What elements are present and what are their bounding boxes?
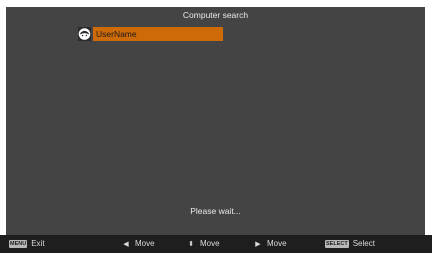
select-key-icon: SELECT: [325, 240, 349, 248]
footer-bar: MENU Exit ◀ Move ⬍ Move ▶ Move SELECT Select: [0, 235, 432, 253]
arrow-updown-icon: ⬍: [188, 241, 194, 248]
user-avatar-icon: [78, 27, 91, 41]
footer-move-updown[interactable]: ⬍ Move: [186, 235, 220, 253]
footer-exit[interactable]: MENU Exit: [9, 235, 45, 253]
screen-title: Computer search: [182, 10, 249, 20]
footer-move-right[interactable]: ▶ Move: [253, 235, 287, 253]
arrow-right-icon: ▶: [255, 241, 261, 248]
list-item-username[interactable]: UserName: [75, 27, 223, 41]
footer-select[interactable]: SELECT Select: [325, 235, 375, 253]
menu-key-icon: MENU: [9, 240, 28, 248]
move-right-label: Move: [267, 239, 287, 248]
exit-label: Exit: [31, 239, 45, 248]
move-left-label: Move: [135, 239, 155, 248]
search-screen: Computer search UserName Please wait...: [6, 7, 425, 241]
select-label: Select: [352, 239, 375, 248]
arrow-left-icon: ◀: [123, 241, 129, 248]
list-item-label: UserName: [93, 27, 223, 41]
move-updown-label: Move: [200, 239, 220, 248]
status-text: Please wait...: [190, 206, 241, 216]
footer-move-left[interactable]: ◀ Move: [121, 235, 155, 253]
